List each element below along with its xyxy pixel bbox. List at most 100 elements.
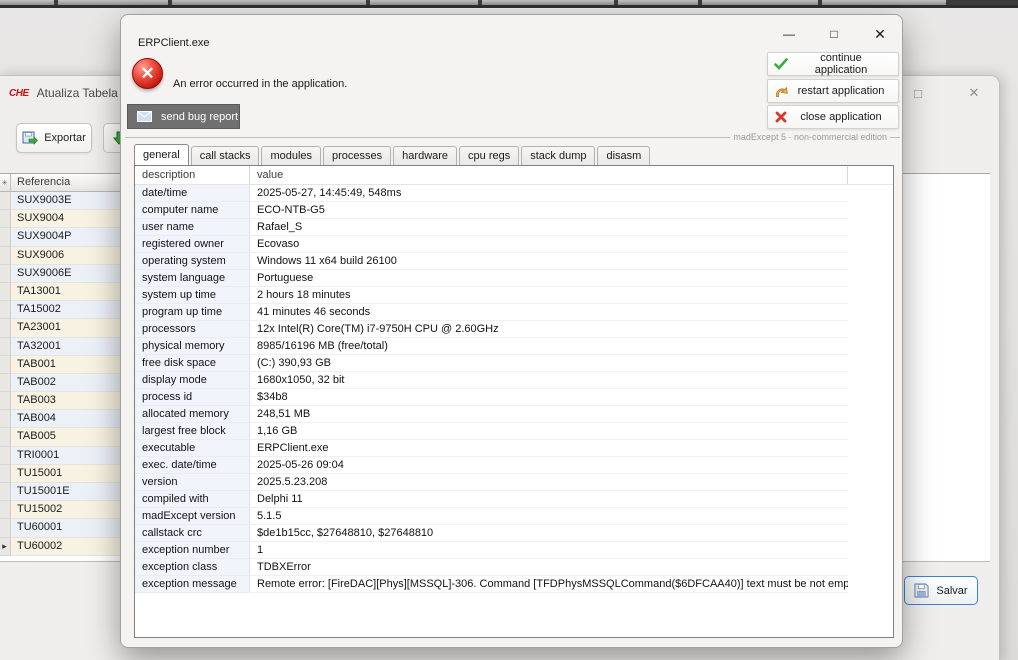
referencia-cell: TAB005 <box>11 428 129 446</box>
info-table-row[interactable]: exception classTDBXError <box>135 559 893 576</box>
tab-modules[interactable]: modules <box>261 146 321 165</box>
info-description-cell: largest free block <box>135 423 250 440</box>
info-description-cell: madExcept version <box>135 508 250 525</box>
grid-column-header-referencia[interactable]: Referencia <box>11 174 129 192</box>
info-table-row[interactable]: computer nameECO-NTB-G5 <box>135 202 893 219</box>
column-header-value[interactable]: value <box>250 166 848 184</box>
info-description-cell: date/time <box>135 185 250 202</box>
info-table-row[interactable]: exception number1 <box>135 542 893 559</box>
info-table-row[interactable]: compiled withDelphi 11 <box>135 491 893 508</box>
info-table-row[interactable]: allocated memory248,51 MB <box>135 406 893 423</box>
info-description-cell: program up time <box>135 304 250 321</box>
info-value-cell: Windows 11 x64 build 26100 <box>250 253 848 270</box>
dialog-maximize-button[interactable]: □ <box>817 21 851 47</box>
info-description-cell: free disk space <box>135 355 250 372</box>
info-table-row[interactable]: executableERPClient.exe <box>135 440 893 457</box>
tab-call-stacks[interactable]: call stacks <box>191 146 260 165</box>
row-indicator-cell <box>0 428 11 446</box>
referencia-cell: TA15002 <box>11 301 129 319</box>
info-value-cell: TDBXError <box>250 559 848 576</box>
continue-application-button[interactable]: continue application <box>767 52 899 76</box>
info-description-cell: compiled with <box>135 491 250 508</box>
info-value-cell: 2 hours 18 minutes <box>250 287 848 304</box>
info-table-row[interactable]: exception messageRemote error: [FireDAC]… <box>135 576 893 593</box>
info-table-row[interactable]: free disk space(C:) 390,93 GB <box>135 355 893 372</box>
info-table-row[interactable]: operating systemWindows 11 x64 build 261… <box>135 253 893 270</box>
app-logo-icon: CHE <box>9 88 29 99</box>
edition-separator: madExcept 5 · non-commercial edition <box>125 132 900 142</box>
bgwin-close-button[interactable]: ✕ <box>957 81 991 105</box>
dialog-minimize-button[interactable]: — <box>772 21 806 47</box>
info-value-cell: 5.1.5 <box>250 508 848 525</box>
info-table-row[interactable]: registered ownerEcovaso <box>135 236 893 253</box>
row-indicator-cell <box>0 519 11 537</box>
info-value-cell: 2025-05-27, 14:45:49, 548ms <box>250 185 848 202</box>
referencia-cell: TAB004 <box>11 410 129 428</box>
referencia-cell: SUX9006 <box>11 247 129 265</box>
info-table-row[interactable]: program up time41 minutes 46 seconds <box>135 304 893 321</box>
referencia-cell: TU60002 <box>11 538 129 556</box>
info-table-row[interactable]: physical memory8985/16196 MB (free/total… <box>135 338 893 355</box>
info-value-cell: (C:) 390,93 GB <box>250 355 848 372</box>
info-description-cell: executable <box>135 440 250 457</box>
referencia-cell: SUX9004 <box>11 210 129 228</box>
info-description-cell: operating system <box>135 253 250 270</box>
info-table-row[interactable]: callstack crc$de1b15cc, $27648810, $2764… <box>135 525 893 542</box>
referencia-cell: TAB003 <box>11 392 129 410</box>
tab-hardware[interactable]: hardware <box>393 146 457 165</box>
info-description-cell: system up time <box>135 287 250 304</box>
info-value-cell: ERPClient.exe <box>250 440 848 457</box>
info-table-row[interactable]: madExcept version5.1.5 <box>135 508 893 525</box>
info-table-row[interactable]: processors12x Intel(R) Core(TM) i7-9750H… <box>135 321 893 338</box>
tab-processes[interactable]: processes <box>323 146 391 165</box>
dialog-tab-bar: generalcall stacksmodulesprocesseshardwa… <box>134 145 652 165</box>
envelope-icon <box>137 111 152 122</box>
info-value-cell: 1680x1050, 32 bit <box>250 372 848 389</box>
row-indicator-cell <box>0 392 11 410</box>
info-table-row[interactable]: display mode1680x1050, 32 bit <box>135 372 893 389</box>
info-table-row[interactable]: exec. date/time2025-05-26 09:04 <box>135 457 893 474</box>
info-value-cell: 8985/16196 MB (free/total) <box>250 338 848 355</box>
column-header-description[interactable]: description <box>135 166 250 184</box>
info-table-row[interactable]: largest free block1,16 GB <box>135 423 893 440</box>
send-bug-report-button[interactable]: send bug report <box>127 104 240 129</box>
info-table-row[interactable]: version2025.5.23.208 <box>135 474 893 491</box>
tab-stack-dump[interactable]: stack dump <box>521 146 595 165</box>
row-indicator-cell <box>0 483 11 501</box>
info-description-cell: exec. date/time <box>135 457 250 474</box>
row-indicator-cell <box>0 301 11 319</box>
info-rows-container: date/time2025-05-27, 14:45:49, 548mscomp… <box>135 185 893 593</box>
info-table-row[interactable]: process id$34b8 <box>135 389 893 406</box>
dialog-close-button[interactable]: ✕ <box>863 21 897 47</box>
separator-line <box>890 137 900 138</box>
bgwin-maximize-button[interactable]: □ <box>901 81 935 105</box>
row-indicator-cell <box>0 374 11 392</box>
tab-general[interactable]: general <box>134 144 189 165</box>
madexcept-edition-label: madExcept 5 · non-commercial edition <box>733 132 887 142</box>
row-indicator-cell <box>0 228 11 246</box>
referencia-cell: TAB001 <box>11 356 129 374</box>
row-indicator-cell <box>0 192 11 210</box>
info-description-cell: system language <box>135 270 250 287</box>
error-dialog: ERPClient.exe — □ ✕ ✕ An error occurred … <box>120 14 903 648</box>
exportar-button[interactable]: Exportar <box>16 123 92 153</box>
referencia-cell: TA13001 <box>11 283 129 301</box>
row-indicator-cell <box>0 410 11 428</box>
info-table-row[interactable]: user nameRafael_S <box>135 219 893 236</box>
info-table-row[interactable]: system languagePortuguese <box>135 270 893 287</box>
restart-application-button[interactable]: restart application <box>767 79 899 103</box>
row-indicator-cell <box>0 447 11 465</box>
salvar-button[interactable]: Salvar <box>904 576 978 605</box>
close-application-button[interactable]: close application <box>767 105 899 129</box>
info-table-row[interactable]: system up time2 hours 18 minutes <box>135 287 893 304</box>
tab-cpu-regs[interactable]: cpu regs <box>459 146 519 165</box>
info-description-cell: processors <box>135 321 250 338</box>
info-value-cell: $34b8 <box>250 389 848 406</box>
send-bug-report-label: send bug report <box>161 111 238 123</box>
row-indicator-cell <box>0 501 11 519</box>
info-description-cell: physical memory <box>135 338 250 355</box>
info-value-cell: 2025-05-26 09:04 <box>250 457 848 474</box>
info-value-cell: Remote error: [FireDAC][Phys][MSSQL]-306… <box>250 576 848 593</box>
info-table-row[interactable]: date/time2025-05-27, 14:45:49, 548ms <box>135 185 893 202</box>
tab-disasm[interactable]: disasm <box>597 146 650 165</box>
